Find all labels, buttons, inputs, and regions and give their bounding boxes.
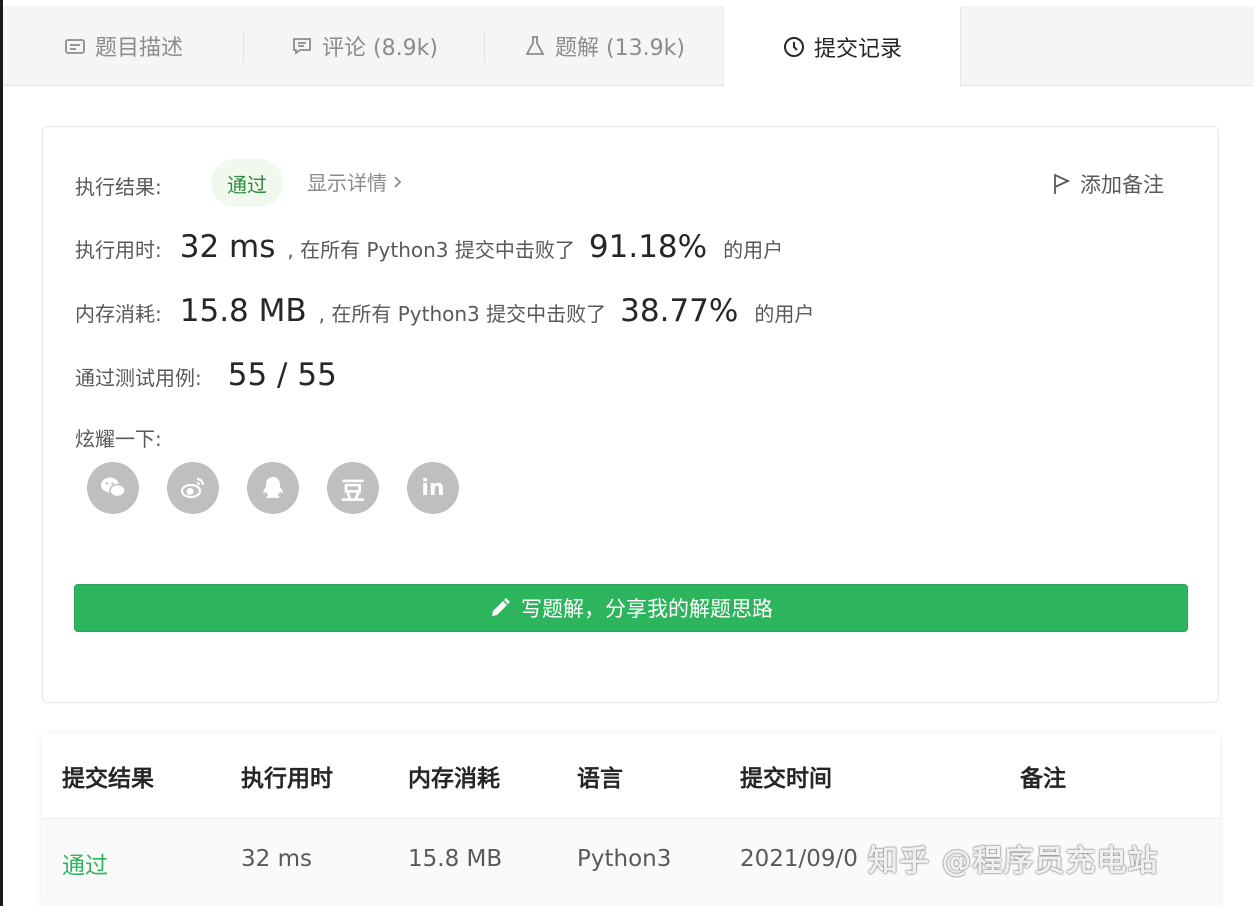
submissions-table: 提交结果 执行用时 内存消耗 语言 提交时间 备注 通过 32 ms 15.8 … xyxy=(42,733,1220,906)
submission-result-card: 执行结果: 通过 显示详情 添加备注 执行用时: 32 ms , 在所有 Pyt… xyxy=(42,126,1219,703)
linkedin-glyph: in xyxy=(421,475,445,501)
runtime-label: 执行用时: xyxy=(75,238,162,262)
status-label: 执行结果: xyxy=(75,175,162,199)
header-result: 提交结果 xyxy=(62,766,154,792)
cell-runtime: 32 ms xyxy=(241,846,312,872)
add-note-label: 添加备注 xyxy=(1080,173,1164,197)
add-note-button[interactable]: 添加备注 xyxy=(1052,169,1164,199)
memory-tail: 的用户 xyxy=(754,302,815,326)
tab-bar: 题目描述 评论 (8.9k) 题解 (13.9k) 提交记录 xyxy=(3,6,1254,87)
status-badge: 通过 xyxy=(211,159,283,207)
memory-value: 15.8 MB xyxy=(179,293,307,329)
wechat-icon[interactable] xyxy=(87,462,139,514)
cell-time: 2021/09/0 xyxy=(740,846,858,872)
show-details-label: 显示详情 xyxy=(307,171,387,195)
share-label: 炫耀一下: xyxy=(75,427,162,451)
weibo-icon[interactable] xyxy=(167,462,219,514)
douban-icon[interactable]: 豆 xyxy=(327,462,379,514)
tab-solutions[interactable]: 题解 (13.9k) xyxy=(485,6,723,86)
linkedin-icon[interactable]: in xyxy=(407,462,459,514)
flask-icon xyxy=(525,36,545,55)
status-row: 执行结果: xyxy=(75,171,162,200)
tests-row: 通过测试用例: 55 / 55 xyxy=(75,357,337,393)
cell-language: Python3 xyxy=(577,846,672,872)
memory-row: 内存消耗: 15.8 MB , 在所有 Python3 提交中击败了 38.77… xyxy=(75,293,814,329)
window-edge xyxy=(0,0,3,906)
comment-icon xyxy=(293,38,311,55)
header-runtime: 执行用时 xyxy=(241,766,333,792)
flag-icon xyxy=(1054,173,1071,194)
description-icon xyxy=(65,39,85,54)
tab-submissions[interactable]: 提交记录 xyxy=(723,6,961,87)
header-notes: 备注 xyxy=(1020,766,1066,792)
cell-result[interactable]: 通过 xyxy=(62,846,108,880)
clock-icon xyxy=(783,36,804,57)
runtime-description: , 在所有 Python3 提交中击败了 xyxy=(287,238,575,262)
table-header: 提交结果 执行用时 内存消耗 语言 提交时间 备注 xyxy=(42,733,1220,819)
runtime-row: 执行用时: 32 ms , 在所有 Python3 提交中击败了 91.18% … xyxy=(75,229,783,265)
header-time: 提交时间 xyxy=(740,766,832,792)
write-solution-button[interactable]: 写题解，分享我的解题思路 xyxy=(74,584,1188,632)
memory-percentile: 38.77% xyxy=(620,293,739,329)
qq-icon[interactable] xyxy=(247,462,299,514)
tests-label: 通过测试用例: xyxy=(75,366,202,390)
header-memory: 内存消耗 xyxy=(408,766,500,792)
pencil-icon xyxy=(492,598,510,616)
cell-memory: 15.8 MB xyxy=(408,846,503,872)
watermark: 知乎 @程序员充电站 xyxy=(868,844,1159,879)
show-details-link[interactable]: 显示详情 xyxy=(307,167,403,196)
memory-label: 内存消耗: xyxy=(75,302,162,326)
tab-label: 评论 (8.9k) xyxy=(322,36,438,61)
tab-label: 题解 (13.9k) xyxy=(555,36,685,61)
share-icons: 豆 in xyxy=(87,462,459,514)
chevron-right-icon xyxy=(394,175,402,188)
tab-description[interactable]: 题目描述 xyxy=(3,6,243,86)
share-row: 炫耀一下: xyxy=(75,423,162,452)
tab-label: 题目描述 xyxy=(94,36,183,61)
runtime-percentile: 91.18% xyxy=(588,229,708,265)
memory-description: , 在所有 Python3 提交中击败了 xyxy=(318,302,607,326)
header-language: 语言 xyxy=(577,766,623,792)
write-solution-label: 写题解，分享我的解题思路 xyxy=(521,597,773,621)
tab-comments[interactable]: 评论 (8.9k) xyxy=(244,6,484,86)
runtime-tail: 的用户 xyxy=(723,238,784,262)
tests-value: 55 / 55 xyxy=(227,357,337,393)
douban-glyph: 豆 xyxy=(341,476,365,505)
tab-label: 提交记录 xyxy=(813,36,902,62)
runtime-value: 32 ms xyxy=(179,229,276,265)
